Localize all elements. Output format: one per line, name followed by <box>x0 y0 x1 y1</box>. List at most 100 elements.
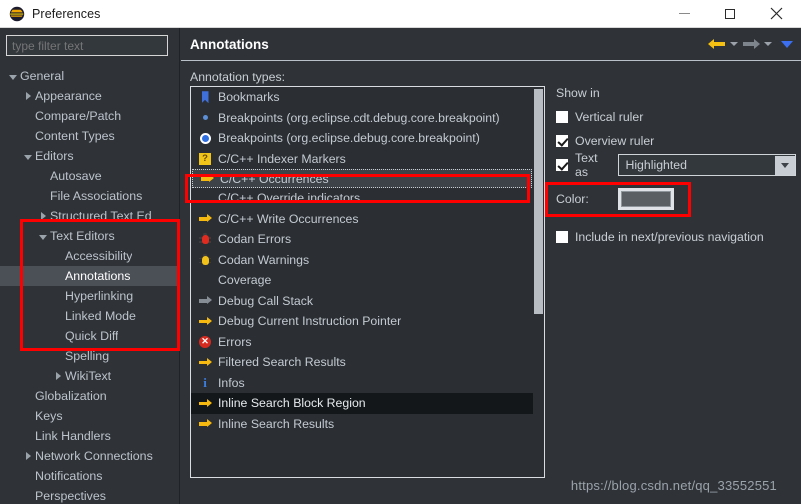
sidebar-item-label: Network Connections <box>35 449 153 463</box>
sidebar-item-label: General <box>20 69 65 83</box>
sidebar-item-globalization[interactable]: Globalization <box>0 386 179 406</box>
annotation-type-row[interactable]: Bookmarks <box>191 87 533 108</box>
include-navigation-checkbox[interactable] <box>556 231 568 243</box>
chevron-down-icon[interactable] <box>21 153 35 160</box>
sidebar-item-general[interactable]: General <box>0 66 179 86</box>
vertical-ruler-checkbox[interactable] <box>556 111 568 123</box>
watermark-text: https://blog.csdn.net/qq_33552551 <box>570 478 777 493</box>
small-dot-icon <box>197 110 213 125</box>
annotation-type-row[interactable]: Breakpoints (org.eclipse.cdt.debug.core.… <box>191 108 533 129</box>
overview-ruler-checkbox[interactable] <box>556 135 568 147</box>
minimize-icon[interactable] <box>661 0 707 28</box>
sidebar-item-keys[interactable]: Keys <box>0 406 179 426</box>
arrow-yellow-icon <box>197 355 213 370</box>
sidebar-item-network-connections[interactable]: Network Connections <box>0 446 179 466</box>
annotation-type-row[interactable]: C/C++ Override indicators <box>191 188 533 209</box>
overview-ruler-row[interactable]: Overview ruler <box>556 130 796 152</box>
bug-yellow-icon <box>197 252 213 267</box>
vertical-ruler-row[interactable]: Vertical ruler <box>556 106 796 128</box>
annotation-type-row[interactable]: C/C++ Occurrences <box>192 169 532 188</box>
sidebar-item-label: Appearance <box>35 89 102 103</box>
sidebar-item-compare-patch[interactable]: Compare/Patch <box>0 106 179 126</box>
forward-chevron-down-icon[interactable] <box>761 42 775 46</box>
show-in-label: Show in <box>556 86 600 100</box>
sidebar-item-file-associations[interactable]: File Associations <box>0 186 179 206</box>
sidebar-item-label: Compare/Patch <box>35 109 122 123</box>
sidebar-item-label: WikiText <box>65 369 112 383</box>
sidebar-item-perspectives[interactable]: Perspectives <box>0 486 179 504</box>
view-menu-chevron-down-icon[interactable] <box>776 40 793 48</box>
sidebar-item-notifications[interactable]: Notifications <box>0 466 179 486</box>
sidebar-item-annotations[interactable]: Annotations <box>0 266 179 286</box>
annotation-type-label: Inline Search Block Region <box>218 396 366 411</box>
close-icon[interactable] <box>753 0 799 28</box>
sidebar-item-linked-mode[interactable]: Linked Mode <box>0 306 179 326</box>
sidebar-item-text-editors[interactable]: Text Editors <box>0 226 179 246</box>
preferences-tree[interactable]: General Appearance Compare/Patch Content Ty… <box>0 63 179 504</box>
list-scrollbar[interactable] <box>533 87 544 477</box>
annotation-types-list[interactable]: Bookmarks Breakpoints (org.eclipse.cdt.de… <box>190 86 545 478</box>
annotation-type-row[interactable]: Coverage <box>191 270 533 291</box>
sidebar-item-appearance[interactable]: Appearance <box>0 86 179 106</box>
annotation-type-row[interactable]: C/C++ Write Occurrences <box>191 209 533 230</box>
sidebar-item-label: Content Types <box>35 129 115 143</box>
chevron-down-icon[interactable] <box>6 73 20 80</box>
sidebar-item-spelling[interactable]: Spelling <box>0 346 179 366</box>
annotation-type-label: C/C++ Write Occurrences <box>218 211 359 226</box>
sidebar-item-structured-text-ed[interactable]: Structured Text Ed <box>0 206 179 226</box>
chevron-right-icon[interactable] <box>21 452 35 460</box>
sidebar-item-label: Editors <box>35 149 74 163</box>
no-icon <box>197 191 213 206</box>
breakpoint-circle-icon <box>197 131 213 146</box>
annotation-type-label: C/C++ Indexer Markers <box>218 151 346 166</box>
bug-red-icon <box>197 232 213 247</box>
sidebar-item-label: Globalization <box>35 389 107 403</box>
text-as-row[interactable]: Text as Highlighted <box>556 151 796 179</box>
annotation-type-row[interactable]: Codan Warnings <box>191 250 533 271</box>
back-chevron-down-icon[interactable] <box>727 42 741 46</box>
annotation-type-row[interactable]: Debug Current Instruction Pointer <box>191 311 533 332</box>
sidebar-item-accessibility[interactable]: Accessibility <box>0 246 179 266</box>
annotation-type-label: Codan Warnings <box>218 252 310 267</box>
annotation-type-label: Bookmarks <box>218 90 280 105</box>
chevron-down-icon[interactable] <box>36 233 50 240</box>
sidebar-item-editors[interactable]: Editors <box>0 146 179 166</box>
sidebar-item-wikitext[interactable]: WikiText <box>0 366 179 386</box>
maximize-icon[interactable] <box>707 0 753 28</box>
sidebar-item-quick-diff[interactable]: Quick Diff <box>0 326 179 346</box>
text-as-checkbox[interactable] <box>556 159 568 171</box>
annotation-type-label: Debug Call Stack <box>218 293 314 308</box>
back-arrow-icon[interactable] <box>708 37 726 51</box>
chevron-down-icon[interactable] <box>775 155 795 175</box>
annotation-type-label: Inline Search Results <box>218 416 335 431</box>
annotation-type-label: Debug Current Instruction Pointer <box>218 314 402 329</box>
annotation-type-row[interactable]: Breakpoints (org.eclipse.debug.core.brea… <box>191 128 533 149</box>
annotation-type-row[interactable]: ? C/C++ Indexer Markers <box>191 149 533 170</box>
overview-ruler-label: Overview ruler <box>575 134 655 148</box>
sidebar-item-label: Notifications <box>35 469 103 483</box>
text-as-select[interactable]: Highlighted <box>618 154 796 176</box>
color-row[interactable]: Color: <box>556 186 796 212</box>
search-input[interactable] <box>6 35 168 56</box>
annotation-type-row[interactable]: Codan Errors <box>191 229 533 250</box>
sidebar-item-content-types[interactable]: Content Types <box>0 126 179 146</box>
annotation-type-row[interactable]: Inline Search Block Region <box>191 393 533 414</box>
info-icon: i <box>203 375 207 391</box>
sidebar-item-autosave[interactable]: Autosave <box>0 166 179 186</box>
sidebar-item-link-handlers[interactable]: Link Handlers <box>0 426 179 446</box>
scrollbar-thumb[interactable] <box>534 89 543 314</box>
window-controls <box>661 0 801 28</box>
chevron-right-icon[interactable] <box>36 212 50 220</box>
forward-arrow-icon[interactable] <box>742 37 760 51</box>
annotation-type-row[interactable]: ✕ Errors <box>191 332 533 353</box>
chevron-right-icon[interactable] <box>21 92 35 100</box>
chevron-right-icon[interactable] <box>51 372 65 380</box>
sidebar-item-hyperlinking[interactable]: Hyperlinking <box>0 286 179 306</box>
sidebar-item-label: Quick Diff <box>65 329 119 343</box>
annotation-type-row[interactable]: Filtered Search Results <box>191 352 533 373</box>
include-navigation-row[interactable]: Include in next/previous navigation <box>556 226 796 248</box>
annotation-type-row[interactable]: i Infos <box>191 373 533 394</box>
color-picker-button[interactable] <box>618 188 674 210</box>
annotation-type-row[interactable]: Debug Call Stack <box>191 291 533 312</box>
annotation-type-row[interactable]: Inline Search Results <box>191 414 533 435</box>
